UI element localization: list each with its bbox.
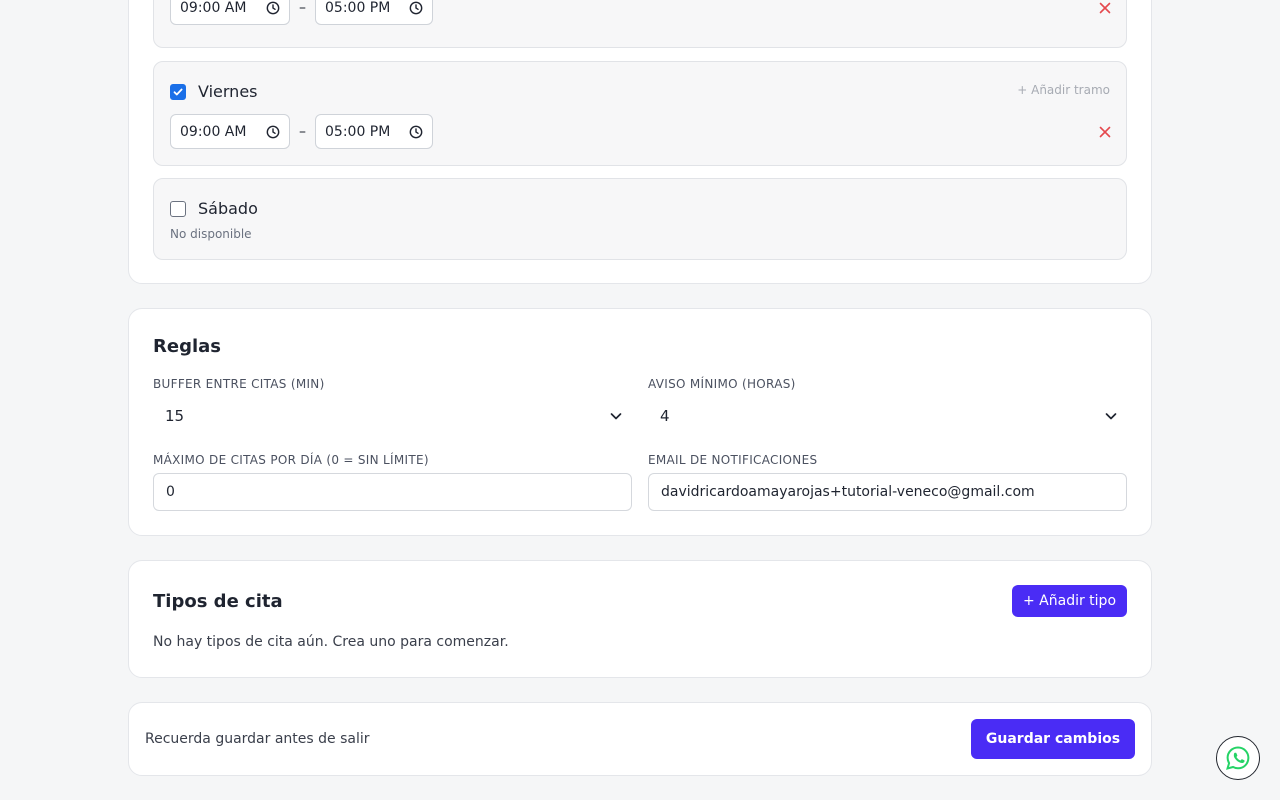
chevron-down-icon: [610, 413, 622, 420]
rules-title: Reglas: [153, 336, 221, 357]
email-value: davidricardoamayarojas+tutorial-veneco@g…: [661, 484, 1035, 500]
day-block-friday: Viernes + Añadir tramo 09:00 AM – 05:00 …: [153, 61, 1127, 166]
start-time-input[interactable]: 09:00 AM: [170, 0, 290, 25]
close-icon[interactable]: [1098, 125, 1112, 139]
max-appointments-input[interactable]: 0: [153, 473, 632, 511]
whatsapp-button[interactable]: [1216, 736, 1260, 780]
day-name: Viernes: [198, 82, 258, 101]
notice-value: 4: [660, 407, 670, 425]
day-header: Viernes: [170, 82, 258, 101]
clock-icon: [266, 125, 280, 138]
day-block-thursday: 09:00 AM – 05:00 PM: [153, 0, 1127, 48]
start-time-value: 09:00 AM: [180, 123, 247, 140]
email-field[interactable]: davidricardoamayarojas+tutorial-veneco@g…: [648, 473, 1127, 511]
buffer-label: BUFFER ENTRE CITAS (MIN): [153, 377, 325, 391]
max-appointments-label: MÁXIMO DE CITAS POR DÍA (0 = SIN LÍMITE): [153, 453, 429, 467]
notice-select[interactable]: 4: [648, 398, 1127, 434]
day-block-saturday: Sábado No disponible: [153, 178, 1127, 260]
time-range-dash: –: [299, 0, 306, 16]
email-label: EMAIL DE NOTIFICACIONES: [648, 453, 818, 467]
add-slot-link[interactable]: + Añadir tramo: [1017, 83, 1110, 97]
check-icon: [173, 88, 183, 95]
time-slot: 09:00 AM – 05:00 PM: [170, 114, 433, 149]
day-enabled-checkbox[interactable]: [170, 83, 186, 100]
time-range-dash: –: [299, 123, 306, 140]
buffer-select[interactable]: 15: [153, 398, 632, 434]
time-slot: 09:00 AM – 05:00 PM: [170, 0, 433, 25]
day-enabled-checkbox[interactable]: [170, 200, 186, 217]
unavailable-text: No disponible: [170, 227, 252, 241]
day-header: Sábado: [170, 199, 258, 218]
appointment-types-card: Tipos de cita + Añadir tipo No hay tipos…: [128, 560, 1152, 678]
save-reminder-text: Recuerda guardar antes de salir: [145, 731, 370, 747]
schedule-card: 09:00 AM – 05:00 PM Viernes + Añadir tra…: [128, 0, 1152, 284]
availability-settings-page: 09:00 AM – 05:00 PM Viernes + Añadir tra…: [0, 0, 1280, 800]
max-appointments-value: 0: [166, 484, 175, 500]
whatsapp-icon: [1226, 746, 1250, 770]
save-button[interactable]: Guardar cambios: [971, 719, 1135, 759]
appointment-types-title: Tipos de cita: [153, 591, 283, 612]
end-time-input[interactable]: 05:00 PM: [315, 114, 433, 149]
rules-card: Reglas BUFFER ENTRE CITAS (MIN) 15 AVISO…: [128, 308, 1152, 536]
empty-state-text: No hay tipos de cita aún. Crea uno para …: [153, 634, 509, 650]
clock-icon: [266, 1, 280, 14]
end-time-input[interactable]: 05:00 PM: [315, 0, 433, 25]
notice-label: AVISO MÍNIMO (HORAS): [648, 377, 796, 391]
end-time-value: 05:00 PM: [325, 123, 391, 140]
day-name: Sábado: [198, 199, 258, 218]
add-type-button[interactable]: + Añadir tipo: [1012, 585, 1127, 617]
start-time-value: 09:00 AM: [180, 0, 247, 16]
clock-icon: [409, 125, 423, 138]
chevron-down-icon: [1105, 413, 1117, 420]
start-time-input[interactable]: 09:00 AM: [170, 114, 290, 149]
clock-icon: [409, 1, 423, 14]
save-bar: Recuerda guardar antes de salir Guardar …: [128, 702, 1152, 776]
buffer-value: 15: [165, 407, 185, 425]
close-icon[interactable]: [1098, 1, 1112, 15]
end-time-value: 05:00 PM: [325, 0, 391, 16]
